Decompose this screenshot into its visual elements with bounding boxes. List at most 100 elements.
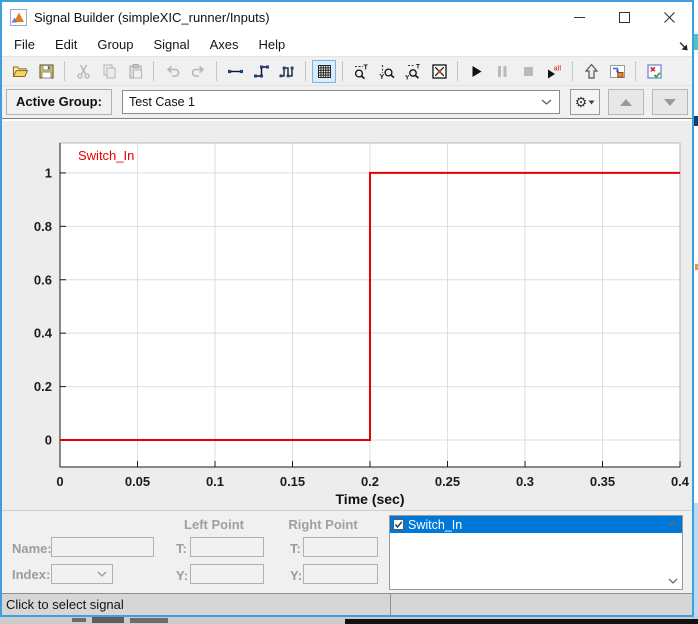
background-fragment (694, 503, 698, 617)
zoom-ty-button[interactable]: TY (401, 60, 425, 83)
x-tick-label: 0.35 (590, 474, 615, 489)
signal-list-item[interactable]: Switch_In (390, 516, 682, 533)
move-group-down-button (652, 89, 688, 115)
go-to-model-button[interactable] (605, 60, 629, 83)
toolbar-separator (342, 61, 343, 81)
background-fragment (694, 116, 698, 126)
chevron-down-icon (97, 571, 107, 577)
name-field (51, 537, 154, 557)
x-tick-label: 0.3 (516, 474, 534, 489)
run-button[interactable] (464, 60, 488, 83)
signal-name-label: Switch_In (78, 148, 134, 163)
background-fragment (694, 34, 698, 50)
status-bar-divider (390, 594, 391, 615)
background-fragment (130, 618, 168, 623)
output-toggle-button[interactable] (642, 60, 666, 83)
x-axis-label: Time (sec) (336, 491, 405, 507)
x-tick-label: 0.25 (435, 474, 460, 489)
svg-text:Y: Y (379, 74, 384, 80)
stop-button (516, 60, 540, 83)
chevron-down-icon (668, 578, 678, 584)
active-group-dropdown[interactable]: Test Case 1 (121, 90, 560, 114)
active-group-row: Active Group: Test Case 1 ⚙ (2, 86, 692, 118)
screen: Signal Builder (simpleXIC_runner/Inputs)… (0, 0, 698, 624)
y-tick-label: 1 (45, 165, 52, 180)
line-mode-icon (227, 69, 243, 73)
scroll-down-button[interactable] (667, 576, 679, 586)
grid-toggle-button[interactable] (312, 59, 336, 83)
open-icon (12, 66, 28, 77)
pulse-mode-icon (279, 66, 293, 77)
menu-bar: File Edit Group Signal Axes Help (2, 32, 692, 57)
line-mode-button[interactable] (223, 60, 247, 83)
redo-icon (191, 65, 204, 77)
y-tick-label: 0.4 (34, 326, 53, 341)
menu-item-group[interactable]: Group (87, 37, 143, 52)
cut-button (71, 60, 95, 83)
undo-button (160, 60, 184, 83)
toolbar: T Y T Yall (2, 57, 692, 86)
undo-icon (166, 65, 179, 77)
left-y-label: Y: (176, 568, 189, 583)
active-group-value: Test Case 1 (128, 95, 195, 109)
checkbox-checked-icon[interactable] (393, 519, 404, 530)
pulse-mode-button[interactable] (275, 60, 299, 83)
save-icon (39, 64, 53, 78)
run-all-button[interactable]: all (542, 60, 566, 83)
gear-icon: ⚙ (574, 94, 588, 110)
cut-icon (76, 64, 90, 79)
stop-icon (523, 66, 533, 76)
background-fragment (72, 618, 86, 622)
fit-view-icon (431, 63, 447, 79)
title-bar: Signal Builder (simpleXIC_runner/Inputs) (2, 2, 692, 32)
move-group-up-button (608, 89, 644, 115)
pause-icon (497, 65, 506, 77)
step-mode-icon (253, 65, 269, 77)
background-fragment (92, 617, 124, 623)
zoom-y-button[interactable]: Y (375, 60, 399, 83)
x-tick-label: 0.4 (671, 474, 690, 489)
signal-plot[interactable]: 0 0.05 0.1 0.15 0.2 0.25 0.3 0.35 0.4 0 0.2 0.4 0.6 0… (2, 121, 692, 510)
group-options-button[interactable]: ⚙ (570, 89, 600, 115)
redo-button (186, 60, 210, 83)
up-to-parent-button[interactable] (579, 60, 603, 83)
fit-view-button[interactable] (427, 60, 451, 83)
step-mode-button[interactable] (249, 60, 273, 83)
arrow-up-icon (620, 98, 632, 106)
close-button[interactable] (647, 2, 692, 32)
copy-button (97, 60, 121, 83)
signal-list[interactable]: Switch_In (389, 515, 683, 590)
copy-icon (103, 64, 115, 78)
grid-toggle-icon (317, 64, 331, 78)
scroll-up-button[interactable] (667, 519, 679, 529)
x-tick-label: 0.1 (206, 474, 224, 489)
matlab-app-icon (10, 8, 27, 26)
save-button[interactable] (34, 60, 58, 83)
window-title: Signal Builder (simpleXIC_runner/Inputs) (34, 9, 270, 25)
y-tick-label: 0 (45, 433, 52, 448)
chevron-down-icon (588, 100, 595, 104)
right-t-field (303, 537, 378, 557)
x-tick-label: 0 (56, 474, 63, 489)
menu-item-edit[interactable]: Edit (45, 37, 87, 52)
dock-figure-icon[interactable] (678, 40, 690, 52)
open-button[interactable] (8, 60, 32, 83)
menu-item-help[interactable]: Help (249, 37, 296, 52)
toolbar-separator (216, 61, 217, 81)
zoom-ty-icon: TY (405, 63, 420, 80)
background-fragment (345, 619, 698, 624)
minimize-button[interactable] (557, 2, 602, 32)
menu-item-file[interactable]: File (4, 37, 45, 52)
svg-text:T: T (363, 64, 368, 71)
right-y-field (303, 564, 378, 584)
minimize-icon (574, 16, 585, 18)
menu-item-axes[interactable]: Axes (200, 37, 249, 52)
zoom-t-button[interactable]: T (349, 60, 373, 83)
maximize-button[interactable] (602, 2, 647, 32)
zoom-t-icon: T (354, 64, 368, 79)
status-bar: Click to select signal (2, 593, 692, 615)
left-y-field (190, 564, 264, 584)
y-tick-label: 0.2 (34, 379, 52, 394)
right-point-header: Right Point (288, 517, 358, 532)
menu-item-signal[interactable]: Signal (144, 37, 200, 52)
